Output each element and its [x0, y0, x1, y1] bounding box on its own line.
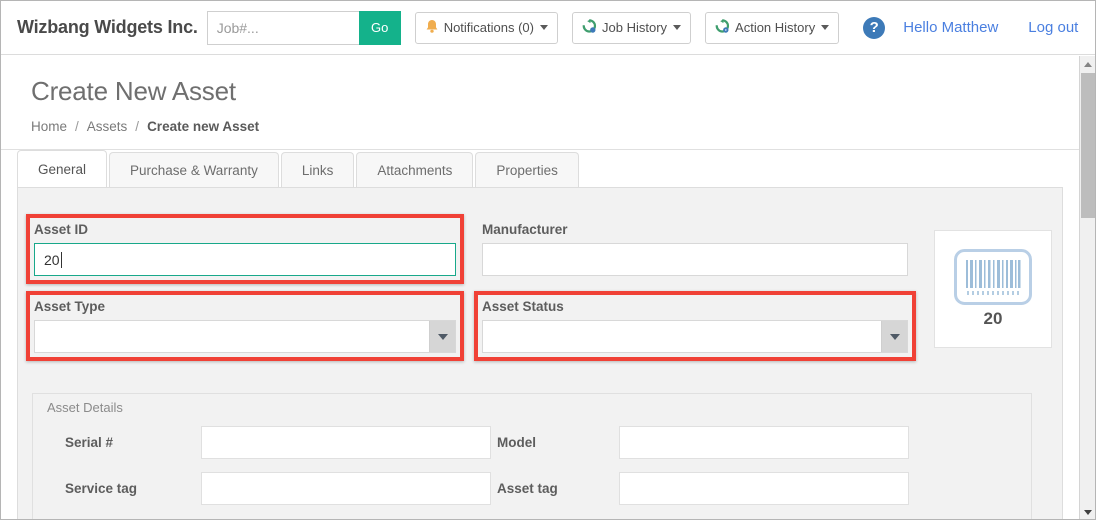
action-history-label: Action History [735, 20, 816, 35]
asset-tag-input[interactable] [619, 472, 909, 505]
service-tag-row: Service tag [65, 472, 491, 505]
barcode-label: 20 [983, 309, 1003, 328]
logout-link[interactable]: Log out [1028, 19, 1078, 36]
action-history-button[interactable]: Action History [705, 11, 840, 44]
asset-type-label: Asset Type [34, 299, 106, 314]
go-button[interactable]: Go [358, 10, 401, 45]
asset-type-field: Asset Type [34, 299, 456, 353]
page-title: Create New Asset [31, 76, 236, 106]
history-refresh-icon [715, 18, 730, 37]
scrollbar-thumb[interactable] [1081, 73, 1095, 218]
job-history-label: Job History [602, 20, 668, 35]
job-history-button[interactable]: Job History [572, 11, 692, 44]
model-label: Model [497, 435, 536, 450]
tab-general[interactable]: General [17, 150, 108, 187]
notifications-button[interactable]: Notifications (0) [414, 11, 558, 44]
asset-status-label: Asset Status [482, 299, 564, 314]
dropdown-arrow-icon[interactable] [429, 321, 455, 352]
tab-links[interactable]: Links [280, 152, 355, 187]
chevron-down-icon [540, 25, 548, 30]
chevron-down-icon [673, 25, 682, 30]
breadcrumb-home[interactable]: Home [31, 119, 67, 134]
history-refresh-icon [582, 18, 597, 37]
asset-details-section: Asset Details Serial # Model Service tag… [32, 393, 1032, 519]
asset-id-input[interactable]: 20 [34, 243, 456, 276]
asset-tag-row: Asset tag [497, 472, 909, 505]
scroll-down-arrow-icon[interactable] [1080, 504, 1095, 519]
scroll-up-arrow-icon[interactable] [1080, 56, 1095, 72]
asset-id-value: 20 [44, 251, 60, 268]
barcode-icon [954, 249, 1032, 305]
top-navigation-bar: Wizbang Widgets Inc. Go Notifications (0… [1, 1, 1095, 55]
breadcrumb-separator: / [75, 119, 79, 134]
asset-barcode-card[interactable]: 20 [934, 230, 1052, 348]
asset-status-dropdown[interactable] [482, 320, 908, 353]
company-brand: Wizbang Widgets Inc. [17, 17, 198, 37]
tab-attachments[interactable]: Attachments [356, 152, 474, 187]
tab-strip: General Purchase & Warranty Links Attach… [1, 150, 1080, 187]
job-search-input[interactable] [206, 10, 359, 45]
breadcrumb-assets[interactable]: Assets [87, 119, 128, 134]
manufacturer-input[interactable] [482, 243, 908, 276]
bell-icon [425, 19, 439, 37]
chevron-down-icon [821, 25, 830, 30]
application-window: Wizbang Widgets Inc. Go Notifications (0… [0, 0, 1096, 520]
manufacturer-field: Manufacturer [482, 222, 908, 276]
asset-tag-label: Asset tag [497, 481, 558, 496]
serial-number-input[interactable] [201, 426, 491, 459]
asset-id-field: Asset ID 20 [34, 222, 456, 276]
model-row: Model [497, 426, 909, 459]
breadcrumb-separator: / [135, 119, 140, 134]
vertical-scrollbar[interactable] [1079, 56, 1095, 519]
tab-purchase-warranty[interactable]: Purchase & Warranty [109, 152, 279, 187]
tab-properties[interactable]: Properties [475, 152, 579, 187]
breadcrumb-current: Create new Asset [147, 119, 260, 134]
serial-number-row: Serial # [65, 426, 491, 459]
page-header: Create New Asset Home / Assets / Create … [1, 56, 1080, 150]
asset-id-label: Asset ID [34, 222, 89, 237]
service-tag-label: Service tag [65, 481, 138, 496]
help-icon[interactable]: ? [863, 16, 886, 39]
asset-status-field: Asset Status [482, 299, 908, 353]
manufacturer-label: Manufacturer [482, 222, 568, 237]
user-greeting-link[interactable]: Hello Matthew [903, 19, 998, 36]
job-search-group: Go [206, 10, 401, 45]
notifications-label: Notifications (0) [443, 20, 534, 35]
asset-type-dropdown[interactable] [34, 320, 456, 353]
dropdown-arrow-icon[interactable] [881, 321, 907, 352]
asset-details-legend: Asset Details [47, 400, 123, 415]
breadcrumb: Home / Assets / Create new Asset [31, 119, 1080, 134]
service-tag-input[interactable] [201, 472, 491, 505]
text-cursor [60, 251, 62, 268]
tab-panel-general: Asset ID 20 Manufacturer Asset Type Asse… [17, 187, 1063, 519]
model-input[interactable] [619, 426, 909, 459]
serial-number-label: Serial # [65, 435, 114, 450]
